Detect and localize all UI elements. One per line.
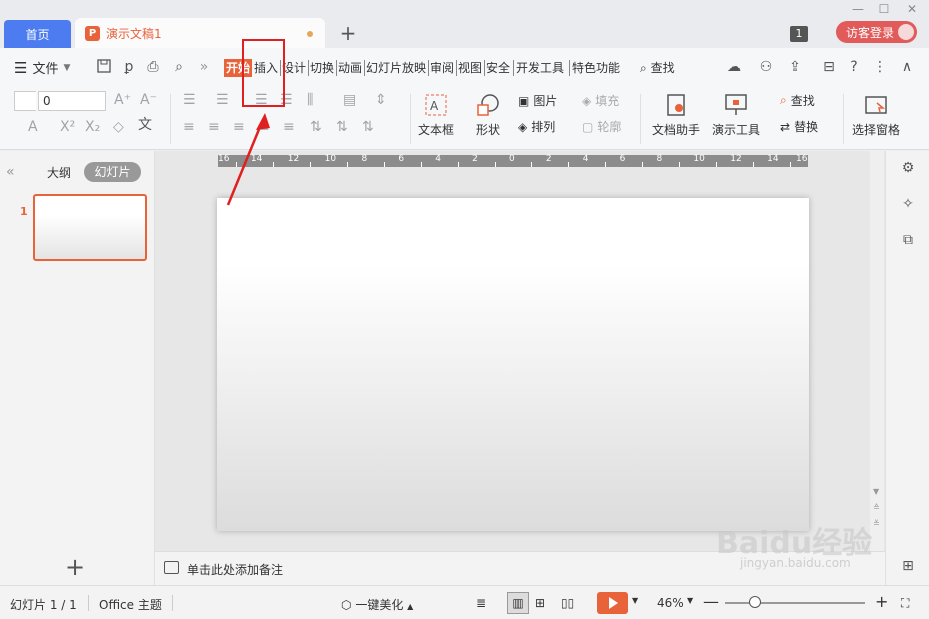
watermark-url: jingyan.baidu.com xyxy=(740,556,851,570)
